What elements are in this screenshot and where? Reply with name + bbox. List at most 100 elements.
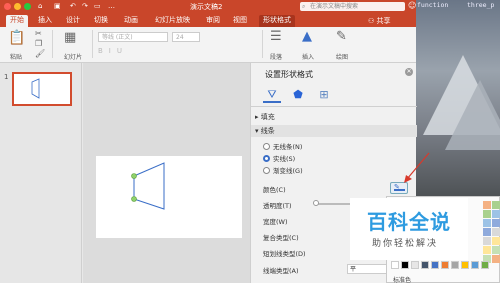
color-swatch[interactable] <box>461 261 469 269</box>
radio-button[interactable] <box>263 143 270 150</box>
solid-line-option[interactable]: 实线(S) <box>263 155 295 163</box>
paste-icon[interactable]: 📋 <box>8 30 25 46</box>
tab-transitions[interactable]: 切换 <box>90 15 112 27</box>
current-slide[interactable] <box>96 156 242 238</box>
color-swatch[interactable] <box>411 261 419 269</box>
paragraph-icon[interactable]: ☰ <box>270 29 282 44</box>
close-window-button[interactable] <box>4 3 11 10</box>
cut-icon[interactable]: ✂ <box>35 29 42 38</box>
redo-icon[interactable]: ↷ <box>82 2 88 10</box>
paste-label: 粘贴 <box>10 54 23 61</box>
size-properties-tab-icon[interactable]: ⊞ <box>315 87 333 103</box>
transparency-slider[interactable] <box>315 203 355 205</box>
no-line-label: 无线条(N) <box>273 143 303 151</box>
color-swatch[interactable] <box>451 261 459 269</box>
color-swatch[interactable] <box>431 261 439 269</box>
current-color-bar <box>394 189 405 191</box>
tab-insert[interactable]: 插入 <box>34 15 56 27</box>
color-swatch[interactable] <box>492 237 500 245</box>
new-slide-icon[interactable]: ▦ <box>64 30 76 45</box>
font-size-select[interactable]: 24 <box>172 32 200 42</box>
dash-type-label: 短划线类型(D) <box>263 250 306 258</box>
font-name-select[interactable]: 等线 (正文) <box>98 32 168 42</box>
share-label: 共享 <box>376 17 391 25</box>
line-section-header[interactable]: ▾ 线条 <box>251 125 417 137</box>
color-swatch[interactable] <box>391 261 399 269</box>
more-icon[interactable]: … <box>108 2 115 10</box>
tab-review[interactable]: 审阅 <box>202 15 224 27</box>
close-pane-button[interactable]: ✕ <box>405 68 413 76</box>
color-swatch[interactable] <box>401 261 409 269</box>
effects-tab-icon[interactable]: ⬟ <box>289 87 307 103</box>
desktop-label-function: function <box>417 1 449 9</box>
tab-shape-format[interactable]: 形状格式 <box>259 15 295 27</box>
color-swatch[interactable] <box>492 246 500 254</box>
slide-thumbnails-pane: 1 <box>0 63 82 283</box>
minimize-window-button[interactable] <box>14 3 21 10</box>
undo-icon[interactable]: ↶ <box>70 2 76 10</box>
add-person-icon: ⚇ <box>368 17 375 25</box>
search-icon: ⌕ <box>302 3 306 10</box>
radio-button[interactable] <box>263 167 270 174</box>
color-swatch[interactable] <box>492 228 500 236</box>
gradient-line-label: 渐变线(G) <box>273 167 303 175</box>
color-swatch[interactable] <box>483 219 491 227</box>
format-painter-icon[interactable]: 🖌 <box>35 49 45 58</box>
divider <box>52 30 53 58</box>
standard-colors-label: 标准色 <box>393 277 412 283</box>
watermark-subtitle: 助你轻松解决 <box>372 239 439 249</box>
copy-icon[interactable]: ❐ <box>35 39 42 48</box>
zoom-window-button[interactable] <box>24 3 31 10</box>
pane-tabs: ⛛ ⬟ ⊞ <box>251 83 417 107</box>
font-style-buttons[interactable]: BIU <box>98 47 128 55</box>
share-button[interactable]: ⚇ 共享 <box>368 16 391 26</box>
line-section-label: 线条 <box>260 127 275 135</box>
gradient-line-option[interactable]: 渐变线(G) <box>263 167 303 175</box>
transparency-label: 透明度(T) <box>263 202 292 210</box>
start-slideshow-icon[interactable]: ▭ <box>94 2 101 10</box>
shape-handle[interactable] <box>131 173 137 179</box>
divider <box>262 30 263 58</box>
tab-slideshow[interactable]: 幻灯片放映 <box>151 15 194 27</box>
fill-section-header[interactable]: ▸ 填充 <box>251 111 417 123</box>
color-swatch[interactable] <box>481 261 489 269</box>
trapezoid-shape[interactable] <box>96 156 242 238</box>
color-swatch[interactable] <box>483 237 491 245</box>
color-swatch[interactable] <box>492 201 500 209</box>
slider-handle[interactable] <box>313 200 319 206</box>
shape-handle[interactable] <box>131 196 137 202</box>
tab-home[interactable]: 开始 <box>6 15 28 27</box>
color-swatch[interactable] <box>471 261 479 269</box>
feedback-smiley-icon[interactable]: ☺ <box>408 1 416 10</box>
no-line-option[interactable]: 无线条(N) <box>263 143 302 151</box>
tab-view[interactable]: 视图 <box>229 15 251 27</box>
mountain-shape-2 <box>445 80 500 150</box>
home-icon[interactable]: ⌂ <box>38 2 42 10</box>
color-swatch[interactable] <box>421 261 429 269</box>
color-swatch[interactable] <box>492 255 500 263</box>
color-swatch[interactable] <box>492 210 500 218</box>
color-swatch[interactable] <box>483 201 491 209</box>
color-label: 颜色(C) <box>263 186 286 194</box>
slide-thumbnail[interactable] <box>12 72 72 106</box>
color-swatch[interactable] <box>492 219 500 227</box>
insert-shape-icon[interactable]: ▲ <box>302 29 312 44</box>
tab-animations[interactable]: 动画 <box>120 15 142 27</box>
save-icon[interactable]: ▣ <box>54 2 61 10</box>
fill-line-tab-icon[interactable]: ⛛ <box>263 87 281 103</box>
color-swatch[interactable] <box>483 228 491 236</box>
drawing-icon[interactable]: ✎ <box>336 29 347 44</box>
search-input[interactable]: ⌕ 在演示文稿中搜索 <box>300 2 405 11</box>
cap-type-label: 线端类型(A) <box>263 267 299 275</box>
thumbnail-shape <box>31 78 40 99</box>
color-swatch[interactable] <box>483 210 491 218</box>
fill-section-label: 填充 <box>260 113 275 121</box>
new-slide-label: 幻灯片 <box>64 54 83 61</box>
color-swatch[interactable] <box>483 246 491 254</box>
insert-label: 插入 <box>302 54 315 61</box>
paragraph-label: 段落 <box>270 54 283 61</box>
radio-button-selected[interactable] <box>263 155 270 162</box>
drawing-label: 绘图 <box>336 54 349 61</box>
color-swatch[interactable] <box>441 261 449 269</box>
tab-design[interactable]: 设计 <box>62 15 84 27</box>
